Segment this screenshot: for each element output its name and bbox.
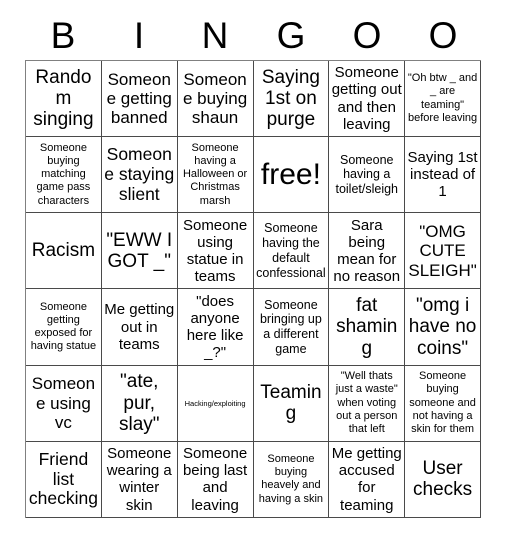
bingo-cell-label: Someone getting exposed for having statu… [30,300,97,353]
bingo-cell-r0-c4[interactable]: Someone getting out and then leaving [329,61,406,138]
bingo-cell-label: User checks [413,458,473,501]
bingo-cell-label: Someone using vc [31,374,96,432]
bingo-cell-r3-c0[interactable]: Someone getting exposed for having statu… [26,289,102,366]
bingo-cell-label: "EWW I GOT _" [106,229,173,272]
bingo-header-letter-2: N [201,15,229,56]
bingo-cell-label: Someone getting out and then leaving [331,64,402,133]
bingo-cell-r0-c1[interactable]: Someone getting banned [101,61,178,138]
bingo-cell-label: Teaming [260,381,322,425]
bingo-cell-r4-c5[interactable]: Someone buying someone and not having a … [405,365,481,442]
bingo-header-letter-1: I [133,15,145,56]
bingo-cell-r3-c4[interactable]: fat shaming [329,289,406,366]
bingo-cell-label: Sara being mean for no reason [333,216,401,285]
bingo-header-letter-3: G [276,15,306,56]
bingo-cell-r2-c5[interactable]: "OMG CUTE SLEIGH" [405,213,481,290]
bingo-cell-r2-c1[interactable]: "EWW I GOT _" [101,213,178,290]
bingo-cell-r0-c2[interactable]: Someone buying shaun [177,61,254,138]
bingo-cell-label: "Oh btw _ and _ are teaming" before leav… [407,72,478,124]
bingo-cell-r1-c1[interactable]: Someone staying slient [101,137,178,214]
bingo-cell-r2-c3[interactable]: Someone having the default confessional [253,213,330,290]
bingo-cell-label: fat shaming [336,295,398,359]
bingo-cell-r1-c4[interactable]: Someone having a toilet/sleigh [329,137,406,214]
bingo-cell-label: Someone having the default confessional [256,221,326,280]
bingo-cell-label: Someone buying heavely and having a skin [258,453,324,505]
bingo-cell-r5-c5[interactable]: User checks [405,441,481,518]
bingo-cell-r5-c4[interactable]: Me getting accused for teaming [329,441,406,518]
bingo-cell-r5-c2[interactable]: Someone being last and leaving [177,441,254,518]
bingo-cell-label: Someone buying matching game pass charac… [36,141,91,207]
bingo-cell-r1-c2[interactable]: Someone having a Halloween or Christmas … [177,137,254,214]
bingo-cell-label: Someone bringing up a different game [259,297,322,356]
bingo-grid: Random singing Someone getting banned Some… [25,60,481,518]
bingo-cell-r5-c1[interactable]: Someone wearing a winter skin [101,441,178,518]
bingo-cell-r0-c3[interactable]: Saying 1st on purge [253,61,330,138]
bingo-cell-label: Saying 1st on purge [261,66,320,131]
bingo-cell-label: Me getting accused for teaming [331,445,402,514]
bingo-cell-r3-c1[interactable]: Me getting out in teams [101,289,178,366]
bingo-cell-r4-c1[interactable]: "ate, pur, slay" [101,365,178,442]
bingo-cell-label: Random singing [33,66,94,131]
bingo-cell-label: Friend list checking [28,449,98,509]
bingo-cell-r2-c2[interactable]: Someone using statue in teams [177,213,254,290]
bingo-cell-r0-c5[interactable]: "Oh btw _ and _ are teaming" before leav… [405,61,481,138]
bingo-cell-r2-c4[interactable]: Sara being mean for no reason [329,213,406,290]
bingo-cell-label: "does anyone here like _?" [186,292,244,362]
bingo-cell-label: free! [260,157,321,191]
bingo-cell-r3-c5[interactable]: "omg i have no coins" [405,289,481,366]
bingo-cell-r1-c5[interactable]: Saying 1st instead of 1 [405,137,481,214]
bingo-cell-label: Me getting out in teams [104,301,175,353]
bingo-cell-label: Someone using statue in teams [182,216,248,285]
bingo-cell-label: Someone getting banned [106,69,172,128]
bingo-cell-label: "Well thats just a waste" when voting ou… [335,370,398,436]
bingo-cell-r1-c3[interactable]: free! [253,137,330,214]
bingo-cell-label: Saying 1st instead of 1 [407,149,478,201]
bingo-cell-label: "ate, pur, slay" [118,371,160,435]
bingo-header: BINGOO [25,14,481,58]
bingo-card: B I N G O O Random singing Someone getting ban… [0,0,506,544]
bingo-cell-label: Hacking/exploiting [184,398,246,408]
bingo-cell-label: Someone having a toilet/sleigh [335,152,399,197]
bingo-cell-label: Someone staying slient [104,144,175,204]
bingo-cell-r3-c3[interactable]: Someone bringing up a different game [253,289,330,366]
bingo-cell-label: "OMG CUTE SLEIGH" [408,221,477,280]
bingo-cell-r4-c3[interactable]: Teaming [253,365,330,442]
bingo-cell-r0-c0[interactable]: Random singing [26,61,102,138]
bingo-header-letter-0: B [50,15,76,56]
bingo-cell-r5-c0[interactable]: Friend list checking [26,441,102,518]
bingo-cell-label: "omg i have no coins" [408,295,477,359]
bingo-cell-label: Someone buying shaun [182,69,248,128]
bingo-cell-r3-c2[interactable]: "does anyone here like _?" [177,289,254,366]
bingo-cell-r5-c3[interactable]: Someone buying heavely and having a skin [253,441,330,518]
bingo-cell-r4-c2[interactable]: Hacking/exploiting [177,365,254,442]
bingo-header-letter-5: O [428,15,458,56]
bingo-cell-label: Someone having a Halloween or Christmas … [182,141,248,207]
bingo-cell-label: Someone wearing a winter skin [106,445,172,514]
bingo-cell-r1-c0[interactable]: Someone buying matching game pass charac… [26,137,102,214]
bingo-cell-r2-c0[interactable]: Racism [26,213,102,290]
bingo-header-letter-4: O [352,15,382,56]
bingo-cell-label: Someone buying someone and not having a … [409,370,476,436]
bingo-cell-label: Racism [31,240,96,262]
bingo-cell-label: Someone being last and leaving [182,445,248,514]
bingo-cell-r4-c0[interactable]: Someone using vc [26,365,102,442]
bingo-cell-r4-c4[interactable]: "Well thats just a waste" when voting ou… [329,365,406,442]
